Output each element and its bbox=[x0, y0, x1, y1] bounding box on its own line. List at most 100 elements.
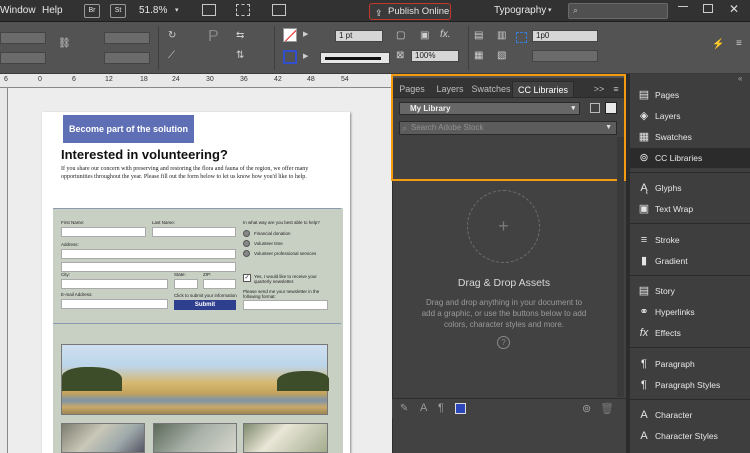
add-character-style-icon[interactable]: A bbox=[420, 402, 427, 414]
publish-online-button[interactable]: ⇪ Publish Online bbox=[369, 3, 451, 20]
zoom-dropdown-icon[interactable]: ▾ bbox=[175, 6, 179, 14]
marsh-landscape-photo[interactable] bbox=[61, 344, 329, 415]
width-field[interactable] bbox=[104, 32, 150, 44]
city-field[interactable] bbox=[61, 279, 168, 289]
dock-label: Gradient bbox=[655, 256, 688, 266]
rotate-icon[interactable]: ↻ bbox=[168, 30, 176, 41]
workspace-dropdown-icon[interactable]: ▾ bbox=[548, 6, 552, 14]
add-color-icon[interactable] bbox=[455, 403, 466, 414]
dock-item-hyperlinks[interactable]: ⚭ Hyperlinks bbox=[630, 302, 750, 322]
dock-item-pages[interactable]: ▤ Pages bbox=[630, 85, 750, 105]
zip-field[interactable] bbox=[203, 279, 236, 289]
email-field[interactable] bbox=[61, 299, 168, 309]
stroke-dropdown-icon[interactable]: ▶ bbox=[303, 52, 308, 60]
control-menu-icon[interactable]: ≡ bbox=[736, 38, 742, 49]
dock-item-gradient[interactable]: ▮ Gradient bbox=[630, 251, 750, 271]
layers-icon: ◈ bbox=[639, 110, 649, 122]
fill-dropdown-icon[interactable]: ▶ bbox=[303, 30, 308, 38]
workspace-switcher[interactable]: Typography bbox=[494, 5, 546, 16]
fill-none-swatch[interactable] bbox=[283, 28, 297, 42]
object-icon[interactable]: ⊠ bbox=[396, 50, 404, 61]
state-field[interactable] bbox=[174, 279, 198, 289]
dock-item-story[interactable]: ▤ Story bbox=[630, 281, 750, 301]
menu-help[interactable]: Help bbox=[42, 5, 63, 16]
dock-item-text-wrap[interactable]: ▣ Text Wrap bbox=[630, 199, 750, 219]
stroke-swatch[interactable] bbox=[283, 50, 297, 64]
effects-square-icon[interactable]: ▣ bbox=[420, 30, 429, 41]
newsletter-format-field[interactable] bbox=[243, 300, 328, 310]
menu-window[interactable]: Window bbox=[0, 5, 36, 16]
add-paragraph-style-icon[interactable]: ¶ bbox=[438, 402, 444, 414]
dock-item-layers[interactable]: ◈ Layers bbox=[630, 106, 750, 126]
dock-item-character[interactable]: A Character bbox=[630, 405, 750, 425]
flip-horizontal-icon[interactable]: ⇆ bbox=[236, 30, 244, 41]
address-field-2[interactable] bbox=[61, 262, 236, 272]
egret-chicks-photo[interactable] bbox=[243, 423, 328, 453]
arrange-documents-icon[interactable] bbox=[272, 4, 286, 16]
address-field[interactable] bbox=[61, 249, 236, 259]
panel-scrollbar[interactable] bbox=[617, 137, 624, 397]
character-styles-icon: A bbox=[640, 430, 648, 442]
text-frame-icon[interactable]: P bbox=[208, 28, 219, 46]
offset-field[interactable]: 1p0 bbox=[532, 30, 598, 42]
maximize-icon[interactable] bbox=[703, 4, 713, 13]
ruler-label: 6 bbox=[72, 76, 76, 83]
help-search-input[interactable]: ⌕ bbox=[568, 3, 668, 19]
trash-icon[interactable]: 🗑 bbox=[600, 402, 614, 415]
drop-assets-title: Drag & Drop Assets bbox=[457, 277, 551, 289]
help-icon[interactable]: ? bbox=[497, 336, 510, 349]
auto-fit-icon[interactable] bbox=[516, 32, 527, 43]
quick-apply-icon[interactable]: ⚡ bbox=[712, 39, 724, 50]
zoom-level[interactable]: 51.8% bbox=[139, 5, 167, 16]
content-fitting-icon[interactable]: ▧ bbox=[497, 50, 506, 61]
radio-professional[interactable] bbox=[243, 250, 250, 257]
dock-item-swatches[interactable]: ▦ Swatches bbox=[630, 127, 750, 147]
radio-financial[interactable] bbox=[243, 230, 250, 237]
dock-collapse-icon[interactable]: « bbox=[738, 74, 742, 83]
submit-button[interactable]: Submit bbox=[174, 300, 236, 310]
screen-mode-icon[interactable] bbox=[236, 4, 250, 16]
headline[interactable]: Interested in volunteering? bbox=[61, 147, 228, 162]
stock-button[interactable]: St bbox=[110, 4, 126, 18]
frame-fitting-icon[interactable]: ▦ bbox=[474, 50, 483, 61]
last-name-field[interactable] bbox=[152, 227, 236, 237]
bridge-button[interactable]: Br bbox=[84, 4, 100, 18]
flip-vertical-icon[interactable]: ⇅ bbox=[236, 50, 244, 61]
corner-option-field[interactable] bbox=[532, 50, 598, 62]
y-position-field[interactable] bbox=[0, 52, 46, 64]
bird-chicks-photo[interactable] bbox=[153, 423, 237, 453]
wrap-bounding-icon[interactable]: ▥ bbox=[497, 30, 506, 41]
first-name-field[interactable] bbox=[61, 227, 146, 237]
shear-icon[interactable]: ⟋ bbox=[168, 50, 175, 61]
stroke-type-select[interactable] bbox=[320, 52, 390, 64]
banner-text[interactable]: Become part of the solution bbox=[63, 115, 194, 143]
x-position-field[interactable] bbox=[0, 32, 46, 44]
newsletter-checkbox[interactable]: ✓ bbox=[243, 274, 251, 282]
close-icon[interactable]: ✕ bbox=[729, 2, 739, 16]
dock-label: Effects bbox=[655, 328, 681, 338]
view-options-icon[interactable] bbox=[202, 4, 216, 16]
stroke-weight-field[interactable]: 1 pt bbox=[335, 30, 383, 42]
wrap-none-icon[interactable]: ▤ bbox=[474, 30, 483, 41]
effects-icon: fx bbox=[639, 327, 649, 339]
dock-item-effects[interactable]: fx Effects bbox=[630, 323, 750, 343]
minimize-icon[interactable] bbox=[678, 6, 688, 7]
add-graphic-icon[interactable]: ✎ bbox=[400, 403, 408, 414]
radio-volunteer-time[interactable] bbox=[243, 240, 250, 247]
constrain-proportions-icon[interactable]: ⛓ bbox=[58, 38, 71, 49]
dock-item-paragraph-styles[interactable]: ¶ Paragraph Styles bbox=[630, 375, 750, 395]
paragraph-icon: ¶ bbox=[641, 358, 647, 370]
dock-item-glyphs[interactable]: Ą Glyphs bbox=[630, 178, 750, 198]
intro-paragraph[interactable]: If you share our concern with preserving… bbox=[61, 166, 329, 181]
cc-sync-icon[interactable]: ⊚ bbox=[582, 402, 591, 415]
dock-item-character-styles[interactable]: A Character Styles bbox=[630, 426, 750, 446]
opacity-field[interactable]: 100% bbox=[411, 50, 459, 62]
height-field[interactable] bbox=[104, 52, 150, 64]
fx-icon[interactable]: fx. bbox=[440, 29, 451, 40]
dock-item-paragraph[interactable]: ¶ Paragraph bbox=[630, 354, 750, 374]
dock-item-cc-libraries[interactable]: ⊚ CC Libraries bbox=[630, 148, 750, 168]
drop-shadow-icon[interactable]: ▢ bbox=[396, 30, 405, 41]
nest-eggs-photo[interactable] bbox=[61, 423, 145, 453]
dock-item-stroke[interactable]: ≡ Stroke bbox=[630, 230, 750, 250]
add-asset-drop-target[interactable]: + bbox=[467, 190, 540, 263]
